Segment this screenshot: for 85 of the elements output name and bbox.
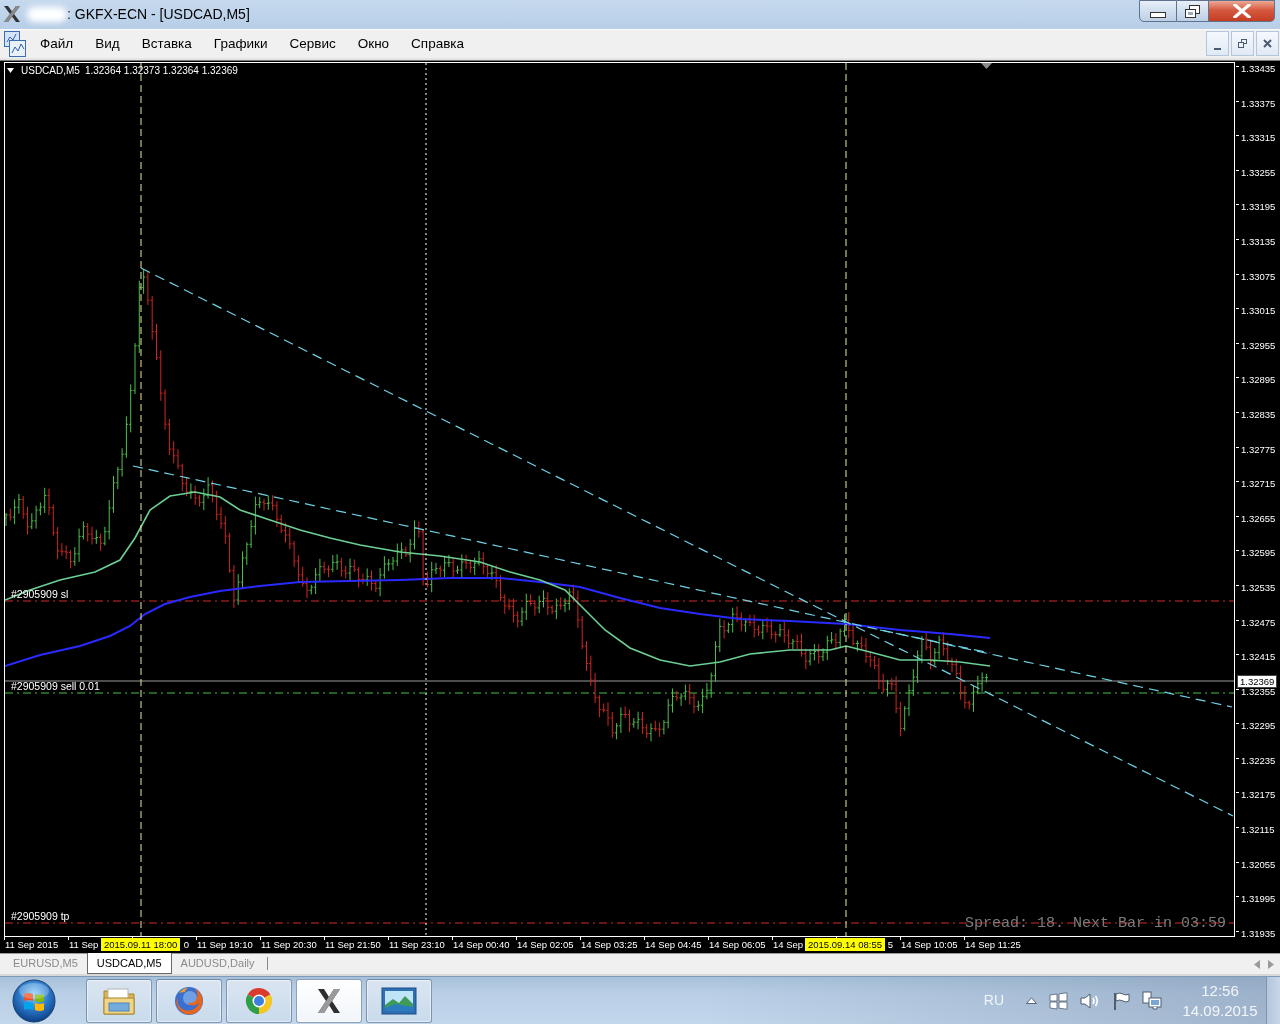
- time-marker-label: 2015.09.14 08:55: [805, 938, 885, 951]
- window-title: : GKFX-ECN - [USDCAD,M5]: [67, 5, 250, 24]
- price-axis-label: 1.33195: [1241, 201, 1276, 213]
- collapse-triangle-icon[interactable]: [7, 68, 14, 73]
- time-axis-label: 11 Sep 23:10: [388, 938, 445, 952]
- flag-icon[interactable]: [1112, 991, 1130, 1010]
- folder-icon: [102, 985, 136, 1016]
- price-axis-label: 1.32175: [1241, 789, 1276, 801]
- menu-item[interactable]: Вставка: [132, 30, 201, 57]
- price-axis-label: 1.33135: [1241, 235, 1276, 247]
- minimize-icon: [1150, 12, 1166, 18]
- menu-item[interactable]: Графики: [204, 30, 277, 57]
- chart-quote: 1.32364 1.32373 1.32364 1.32369: [84, 65, 238, 76]
- time-axis-label: 14 Sep 11:25: [964, 938, 1021, 952]
- time-axis-label: 14 Sep: [772, 938, 804, 952]
- menu-item[interactable]: Файл: [31, 30, 83, 57]
- time-axis-label: 14 Sep 02:05: [516, 938, 574, 952]
- price-axis-label: 1.32115: [1241, 824, 1275, 836]
- time-marker-label: 2015.09.11 18:00: [101, 938, 181, 951]
- landscape-picture-icon: [381, 986, 417, 1015]
- start-orb-icon: [12, 978, 56, 1023]
- time-axis-label: 11 Sep 2015: [4, 938, 59, 952]
- time-axis-label: 11 Sep: [68, 938, 99, 952]
- taskbar-button[interactable]: [296, 978, 362, 1023]
- time-axis-label: 11 Sep 20:30: [260, 938, 317, 952]
- price-axis-label: 1.32295: [1241, 720, 1276, 732]
- window-panes-icon[interactable]: [1049, 991, 1068, 1010]
- app-logo-icon: [3, 5, 21, 23]
- time-axis-label: 14 Sep 00:40: [452, 938, 510, 952]
- price-axis-label: 1.32955: [1241, 339, 1276, 351]
- close-icon: [1263, 39, 1272, 48]
- price-axis-label: 1.33315: [1241, 132, 1276, 144]
- restore-icon: [1238, 39, 1247, 48]
- price-axis-label: 1.32655: [1241, 512, 1276, 524]
- time-axis-label: 14 Sep 04:45: [644, 938, 702, 952]
- price-axis-label: 1.32475: [1241, 616, 1276, 628]
- price-axis-label: 1.31995: [1241, 893, 1276, 905]
- price-axis-label: 1.32595: [1241, 547, 1276, 559]
- price-axis-label: 1.32895: [1241, 374, 1276, 386]
- price-axis-label: 1.31935: [1241, 927, 1276, 939]
- time-axis-label: 0: [182, 938, 189, 952]
- close-icon: [1232, 4, 1251, 18]
- price-axis-label: 1.32355: [1241, 685, 1276, 697]
- close-button[interactable]: [1256, 31, 1279, 56]
- menu-item[interactable]: Окно: [348, 30, 399, 57]
- minimize-button[interactable]: [1139, 0, 1177, 22]
- price-axis-label: 1.33255: [1241, 166, 1276, 178]
- minimize-icon: [1214, 47, 1221, 50]
- order-label: #2905909 sell 0.01: [11, 680, 100, 692]
- current-price-label: 1.32369: [1237, 675, 1278, 688]
- network-computer-icon[interactable]: [1142, 990, 1162, 1011]
- minimize-button[interactable]: [1206, 31, 1229, 56]
- price-axis-label: 1.32235: [1241, 754, 1276, 766]
- price-axis-label: 1.32835: [1241, 408, 1276, 420]
- restore-icon: [1185, 4, 1200, 18]
- time-axis-label: 14 Sep 06:05: [708, 938, 766, 952]
- chart-shift-marker-icon[interactable]: [981, 63, 992, 69]
- price-axis-label: 1.32535: [1241, 581, 1276, 593]
- menu-item[interactable]: Справка: [402, 30, 474, 57]
- time-axis-label: 11 Sep 19:10: [196, 938, 253, 952]
- menu-item[interactable]: Вид: [86, 30, 129, 57]
- price-axis-label: 1.33015: [1241, 305, 1276, 317]
- time-axis-label: 14 Sep 03:25: [580, 938, 638, 952]
- price-axis-label: 1.32055: [1241, 858, 1276, 870]
- time-axis-label: 14 Sep 10:05: [900, 938, 958, 952]
- taskbar-button[interactable]: [366, 978, 432, 1023]
- time-axis-label: 11 Sep 21:50: [324, 938, 381, 952]
- speaker-icon[interactable]: [1080, 991, 1100, 1010]
- menu-item[interactable]: Сервис: [280, 30, 345, 57]
- price-axis-label: 1.33375: [1241, 97, 1276, 109]
- globe-swirl-icon: [173, 984, 205, 1017]
- price-axis-label: 1.32775: [1241, 443, 1276, 455]
- close-button[interactable]: [1209, 0, 1275, 22]
- price-axis-label: 1.33075: [1241, 270, 1276, 282]
- chart-tab[interactable]: USDCAD,M5: [86, 953, 172, 974]
- time-axis-label: 5: [886, 938, 893, 952]
- price-axis-label: 1.33435: [1241, 63, 1276, 74]
- expand-arrow-icon[interactable]: [1026, 997, 1037, 1004]
- chart-symbol: USDCAD,M5: [21, 65, 80, 76]
- restore-button[interactable]: [1231, 31, 1254, 56]
- price-axis-label: 1.32715: [1241, 478, 1276, 490]
- redaction-blur: [27, 7, 67, 22]
- order-label: #2905909 tp: [11, 910, 70, 922]
- price-axis-label: 1.32415: [1241, 651, 1276, 663]
- restore-button[interactable]: [1177, 0, 1209, 22]
